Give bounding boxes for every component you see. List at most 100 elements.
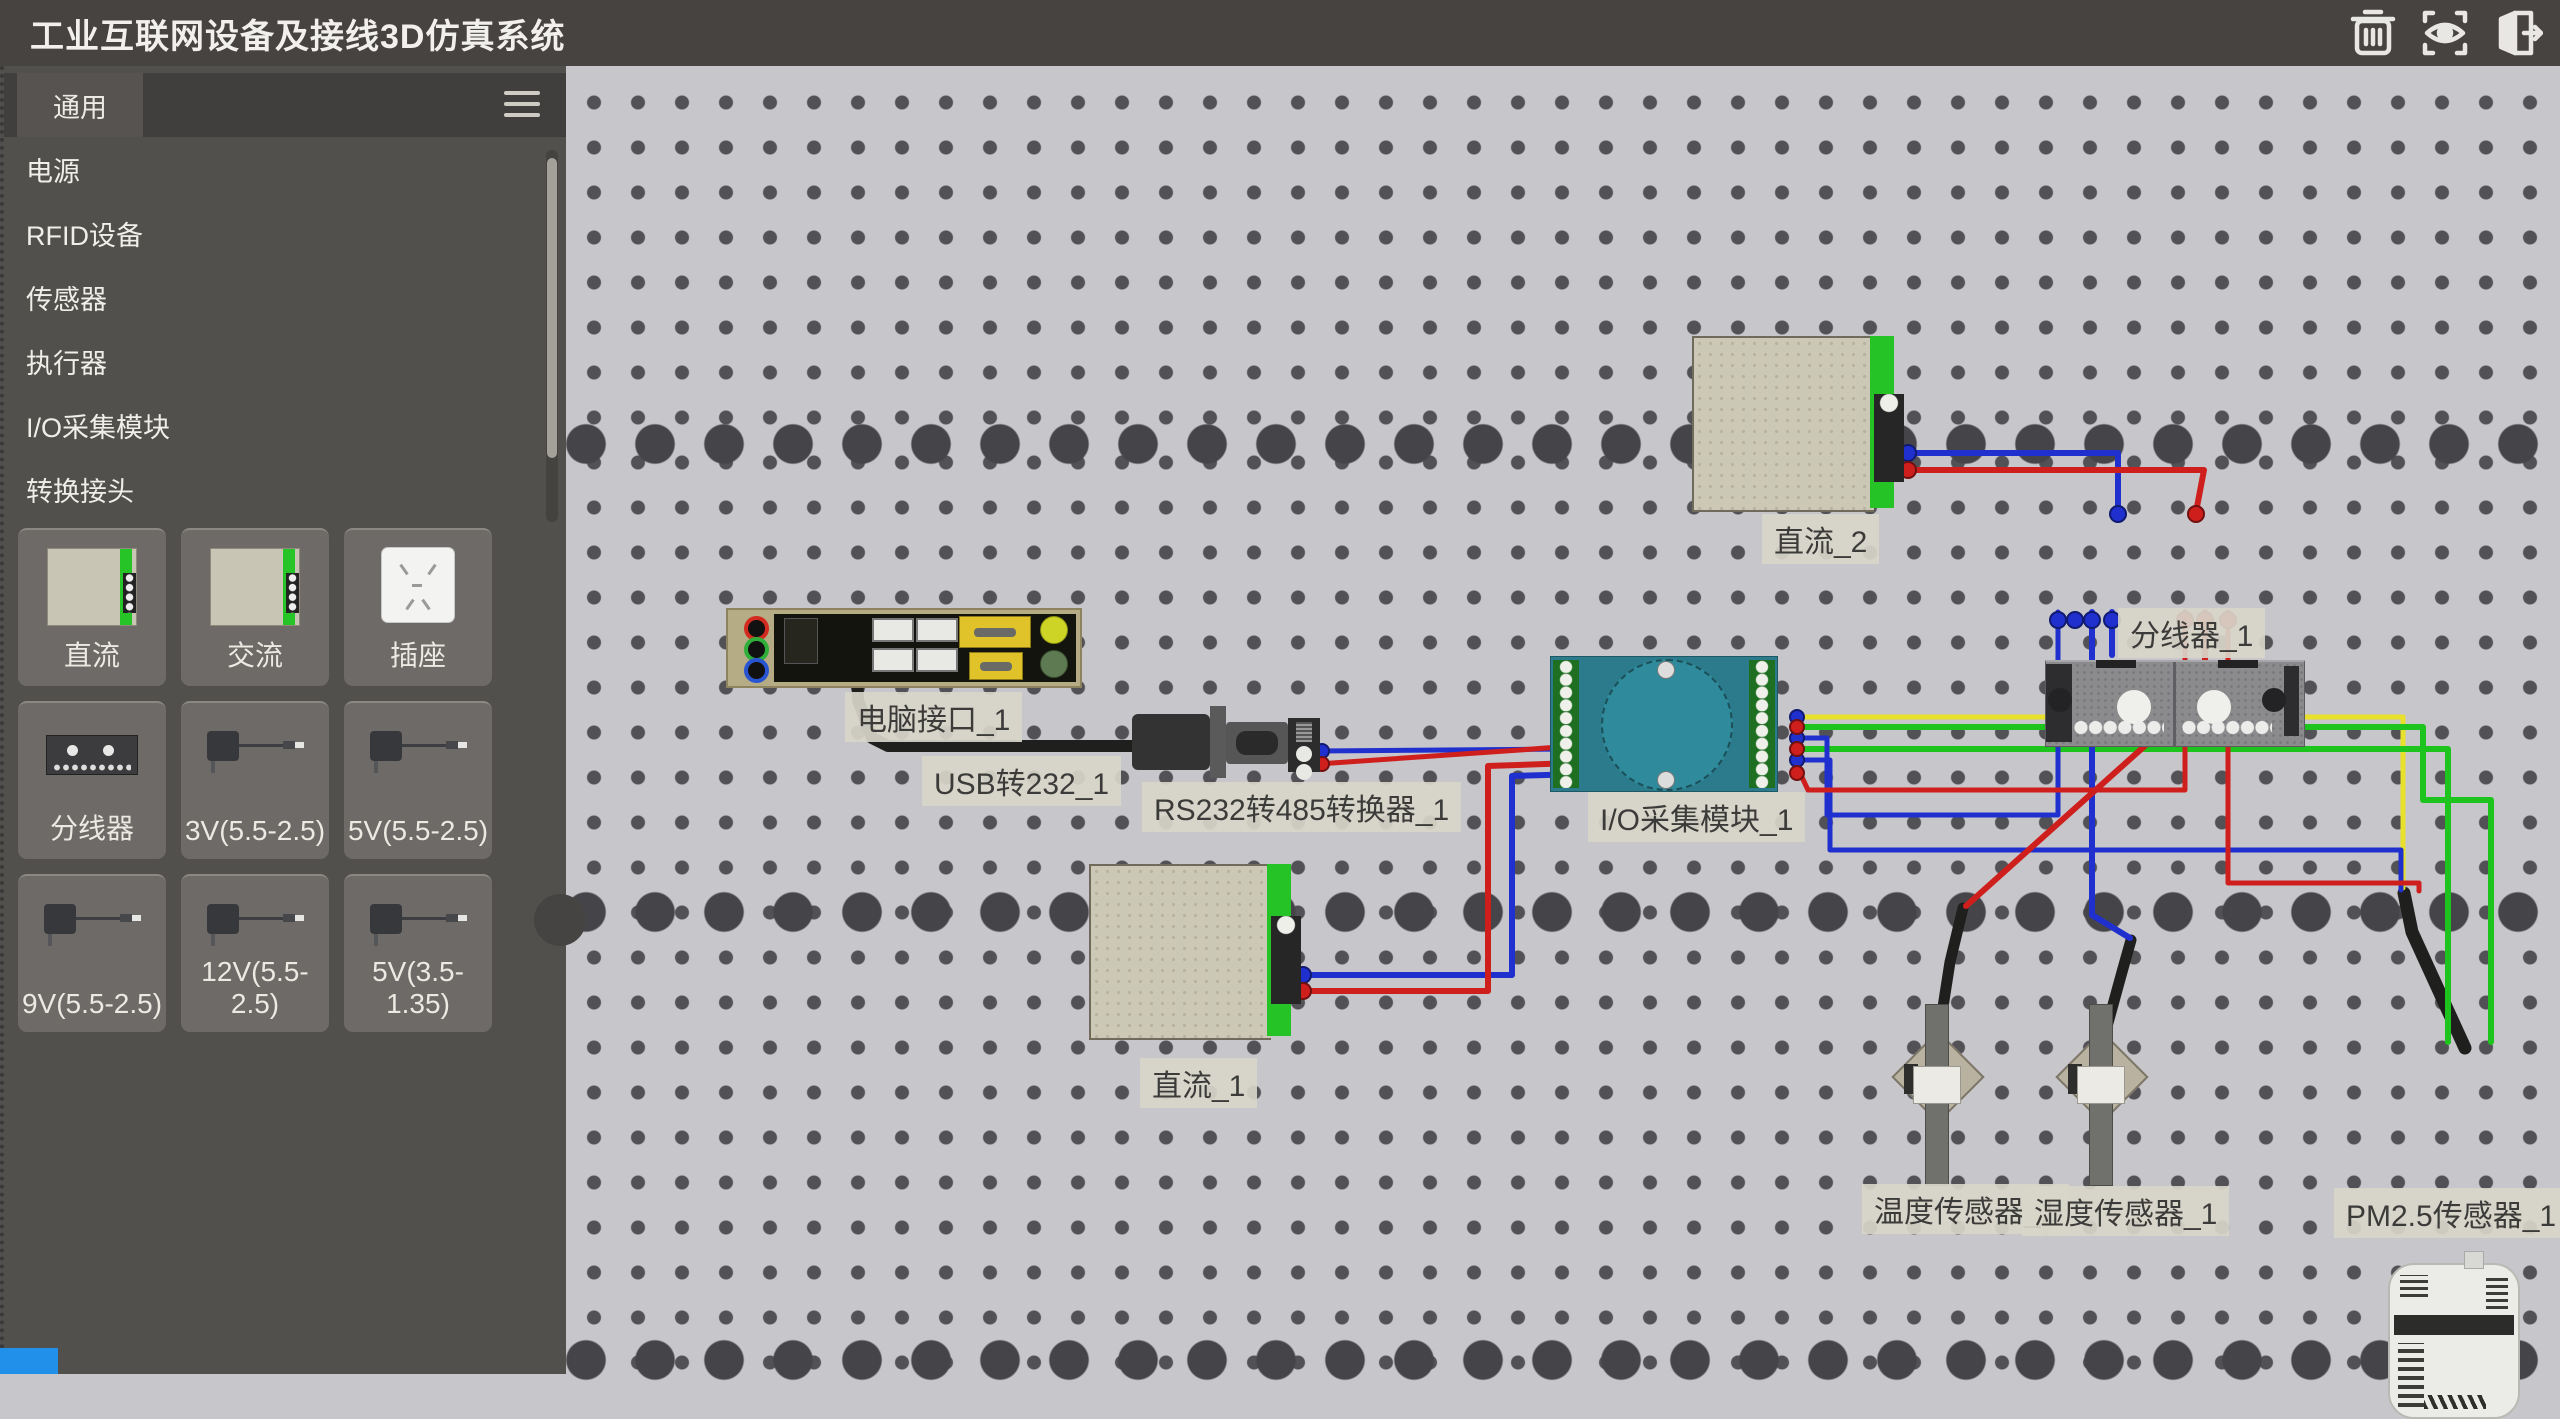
category-menu: 电源 RFID设备 传感器 执行器 I/O采集模块 转换接头 bbox=[4, 140, 566, 524]
psu-body bbox=[1089, 864, 1271, 1040]
ps2-port-green bbox=[1040, 650, 1068, 678]
preview-button[interactable] bbox=[2416, 4, 2474, 62]
pm25-vents bbox=[2398, 1343, 2424, 1407]
audio-jacks bbox=[734, 614, 770, 680]
device-label: 湿度传感器_1 bbox=[2022, 1186, 2229, 1236]
bottom-left-indicator bbox=[0, 1348, 58, 1374]
sidebar-item-sensors[interactable]: 传感器 bbox=[4, 268, 566, 332]
pegboard-hole-row bbox=[562, 420, 2560, 468]
palette-item-3v[interactable]: 3V(5.5-2.5) bbox=[181, 701, 329, 859]
lan-port bbox=[784, 618, 818, 664]
delete-button[interactable] bbox=[2344, 4, 2402, 62]
io-terminal-strip-right bbox=[1749, 660, 1775, 788]
exit-button[interactable] bbox=[2488, 4, 2546, 62]
psu-body bbox=[1692, 336, 1874, 512]
pm25-cable-nub bbox=[2464, 1251, 2484, 1269]
usb-port bbox=[916, 618, 958, 642]
socket-thumbnail bbox=[382, 548, 454, 622]
db9-flange bbox=[1210, 706, 1226, 778]
io-terminal-strip-left bbox=[1553, 660, 1579, 788]
pm25-vents bbox=[2486, 1275, 2508, 1309]
db9-connector bbox=[1226, 722, 1288, 764]
sidebar-item-actuators[interactable]: 执行器 bbox=[4, 332, 566, 396]
menu-icon[interactable] bbox=[504, 91, 540, 119]
splitter-hole bbox=[2048, 688, 2072, 712]
sidebar-tab-strip: 通用 bbox=[4, 73, 566, 137]
adapter-thumbnail bbox=[207, 731, 303, 775]
rs485-terminal bbox=[1288, 718, 1320, 772]
pegboard-hole-row bbox=[562, 1336, 2560, 1384]
usb-port bbox=[916, 648, 958, 672]
menu-scrollbar[interactable] bbox=[546, 150, 558, 522]
tab-general[interactable]: 通用 bbox=[17, 73, 143, 137]
device-dc2[interactable] bbox=[1692, 336, 1906, 508]
splitter-terminals-left bbox=[2074, 720, 2164, 735]
device-label: 分线器_1 bbox=[2118, 608, 2265, 658]
title-bar: 工业互联网设备及接线3D仿真系统 bbox=[0, 0, 2560, 66]
screw bbox=[1657, 661, 1675, 679]
menu-scrollbar-thumb[interactable] bbox=[547, 158, 557, 458]
sidebar-item-rfid[interactable]: RFID设备 bbox=[4, 204, 566, 268]
ac-power-thumbnail bbox=[210, 548, 300, 626]
adapter-thumbnail bbox=[44, 904, 140, 948]
vga-port bbox=[959, 616, 1031, 648]
component-palette: 直流 交流 插座 分线器 3V(5.5-2.5) 5V(5.5-2.5 bbox=[18, 528, 552, 1032]
device-usb232-rs485[interactable] bbox=[1132, 706, 1322, 780]
splitter-thumbnail bbox=[46, 735, 138, 775]
adapter-thumbnail bbox=[370, 904, 466, 948]
toolbar bbox=[2344, 4, 2546, 62]
adapter-thumbnail bbox=[207, 904, 303, 948]
pm25-bottom-vent bbox=[2424, 1395, 2486, 1409]
device-io-module[interactable] bbox=[1550, 656, 1778, 792]
device-temp-sensor[interactable] bbox=[1896, 1004, 1976, 1186]
splitter-hole bbox=[2262, 688, 2286, 712]
sidebar-item-power[interactable]: 电源 bbox=[4, 140, 566, 204]
pegboard-hole-row bbox=[562, 888, 2560, 936]
device-pc-interface[interactable] bbox=[726, 608, 1082, 688]
palette-item-5v-small[interactable]: 5V(3.5-1.35) bbox=[344, 874, 492, 1032]
palette-item-dc[interactable]: 直流 bbox=[18, 528, 166, 686]
dc-power-thumbnail bbox=[47, 548, 137, 626]
palette-item-splitter[interactable]: 分线器 bbox=[18, 701, 166, 859]
screw bbox=[1657, 771, 1675, 789]
splitter-divider bbox=[2173, 662, 2176, 746]
device-label: 直流_1 bbox=[1140, 1058, 1257, 1108]
component-sidebar: 通用 电源 RFID设备 传感器 执行器 I/O采集模块 转换接头 直流 交流 … bbox=[0, 66, 566, 1374]
ps2-port-yellow bbox=[1040, 616, 1068, 644]
usb232-housing bbox=[1132, 714, 1210, 770]
device-label: 直流_2 bbox=[1762, 514, 1879, 564]
psu-terminal-block bbox=[1271, 916, 1301, 1004]
adapter-thumbnail bbox=[370, 731, 466, 775]
splitter-end-bar bbox=[2284, 666, 2299, 736]
pm25-band bbox=[2394, 1315, 2514, 1335]
app-title: 工业互联网设备及接线3D仿真系统 bbox=[30, 9, 565, 58]
device-label: RS232转485转换器_1 bbox=[1142, 782, 1461, 832]
palette-item-12v[interactable]: 12V(5.5-2.5) bbox=[181, 874, 329, 1032]
trash-icon bbox=[2347, 7, 2399, 59]
device-label: USB转232_1 bbox=[922, 756, 1121, 806]
psu-terminal-block bbox=[1874, 394, 1904, 482]
device-dc1[interactable] bbox=[1089, 864, 1303, 1036]
device-label: 电脑接口_1 bbox=[845, 692, 1022, 742]
sidebar-item-io-modules[interactable]: I/O采集模块 bbox=[4, 396, 566, 460]
palette-item-9v[interactable]: 9V(5.5-2.5) bbox=[18, 874, 166, 1032]
device-splitter[interactable] bbox=[2045, 660, 2305, 747]
device-humidity-sensor[interactable] bbox=[2060, 1004, 2140, 1186]
device-label: I/O采集模块_1 bbox=[1588, 792, 1805, 842]
eye-scan-icon bbox=[2419, 7, 2471, 59]
splitter-notch bbox=[2096, 660, 2136, 668]
device-pm25-sensor[interactable] bbox=[2388, 1263, 2520, 1419]
device-label: PM2.5传感器_1 bbox=[2334, 1188, 2560, 1238]
sidebar-item-adapters[interactable]: 转换接头 bbox=[4, 460, 566, 524]
serial-port bbox=[969, 652, 1023, 680]
pm25-vents bbox=[2400, 1275, 2428, 1297]
palette-item-socket[interactable]: 插座 bbox=[344, 528, 492, 686]
sidebar-collapse-handle[interactable] bbox=[534, 894, 586, 946]
splitter-notch bbox=[2218, 660, 2258, 668]
exit-door-icon bbox=[2491, 7, 2543, 59]
palette-item-ac[interactable]: 交流 bbox=[181, 528, 329, 686]
palette-item-5v[interactable]: 5V(5.5-2.5) bbox=[344, 701, 492, 859]
audio-jack-blue bbox=[744, 658, 769, 683]
sensor-collar bbox=[1913, 1066, 1961, 1104]
usb-port bbox=[872, 618, 914, 642]
